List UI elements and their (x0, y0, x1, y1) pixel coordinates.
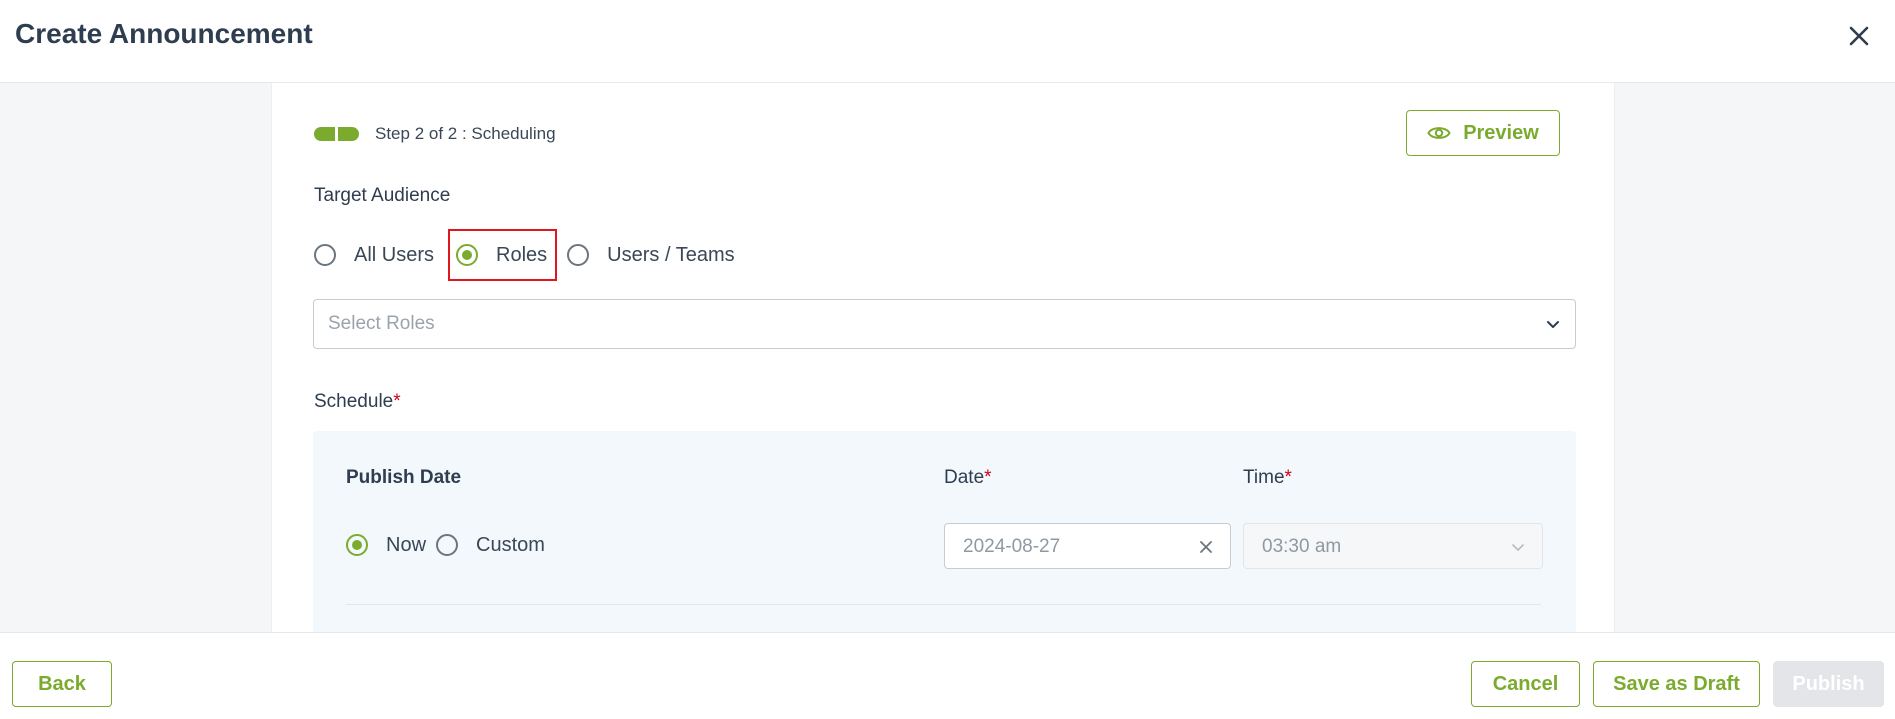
radio-label: Roles (496, 243, 548, 266)
time-value: 03:30 am (1262, 536, 1342, 557)
modal-footer: Back Cancel Save as Draft Publish (0, 632, 1895, 719)
publish-date-label: Publish Date (346, 467, 462, 488)
cancel-button[interactable]: Cancel (1471, 661, 1580, 707)
required-mark: * (1284, 467, 1292, 488)
radio-circle (314, 244, 336, 266)
time-label: Time* (1243, 467, 1292, 489)
required-mark: * (984, 467, 992, 488)
radio-label: All Users (354, 243, 435, 266)
schedule-label-text: Schedule (314, 391, 394, 412)
time-select[interactable]: 03:30 am (1243, 523, 1543, 569)
radio-circle (436, 534, 459, 556)
step-indicator: Step 2 of 2 : Scheduling (314, 124, 556, 144)
radio-now[interactable]: Now (346, 519, 436, 571)
required-mark: * (393, 391, 401, 412)
preview-button[interactable]: Preview (1406, 110, 1560, 156)
date-label: Date* (944, 467, 992, 489)
date-input[interactable]: 2024-08-27 (944, 523, 1231, 569)
modal-header: Create Announcement (0, 0, 1895, 83)
chevron-down-icon (1547, 321, 1559, 328)
back-button[interactable]: Back (12, 661, 112, 707)
date-label-text: Date (944, 467, 985, 488)
page-title: Create Announcement (15, 18, 313, 49)
radio-custom[interactable]: Custom (436, 519, 555, 571)
close-button[interactable] (1843, 20, 1875, 52)
eye-icon (1427, 127, 1451, 139)
chevron-down-icon (1512, 544, 1524, 551)
step-text: Step 2 of 2 : Scheduling (375, 124, 556, 143)
radio-roles[interactable]: Roles (448, 229, 558, 281)
radio-label: Custom (476, 533, 545, 556)
date-value: 2024-08-27 (963, 536, 1061, 557)
radio-circle (346, 534, 368, 556)
publish-radio-group: Now Custom (346, 519, 555, 571)
radio-label: Users / Teams (607, 243, 735, 266)
clear-icon[interactable] (1198, 539, 1214, 555)
radio-label: Now (386, 533, 427, 556)
preview-label: Preview (1463, 121, 1539, 144)
form-panel: Step 2 of 2 : Scheduling Preview Target … (271, 83, 1615, 632)
publish-button[interactable]: Publish (1773, 661, 1884, 707)
schedule-divider (346, 604, 1541, 605)
time-label-text: Time (1243, 467, 1285, 488)
audience-radio-group: All Users Roles Users / Teams (314, 229, 745, 281)
radio-circle (567, 244, 590, 266)
schedule-label: Schedule* (314, 391, 401, 413)
radio-users-teams[interactable]: Users / Teams (567, 229, 744, 281)
close-icon (1849, 26, 1869, 46)
select-roles-placeholder: Select Roles (328, 313, 435, 334)
radio-all-users[interactable]: All Users (314, 229, 444, 281)
step-1-pill (314, 127, 335, 141)
save-draft-button[interactable]: Save as Draft (1593, 661, 1760, 707)
select-roles-dropdown[interactable]: Select Roles (313, 299, 1576, 349)
radio-circle (456, 244, 479, 266)
schedule-box: Publish Date Now Custom Date* Time* 2024… (313, 431, 1576, 632)
target-audience-label: Target Audience (314, 185, 451, 206)
step-2-pill (338, 127, 359, 141)
